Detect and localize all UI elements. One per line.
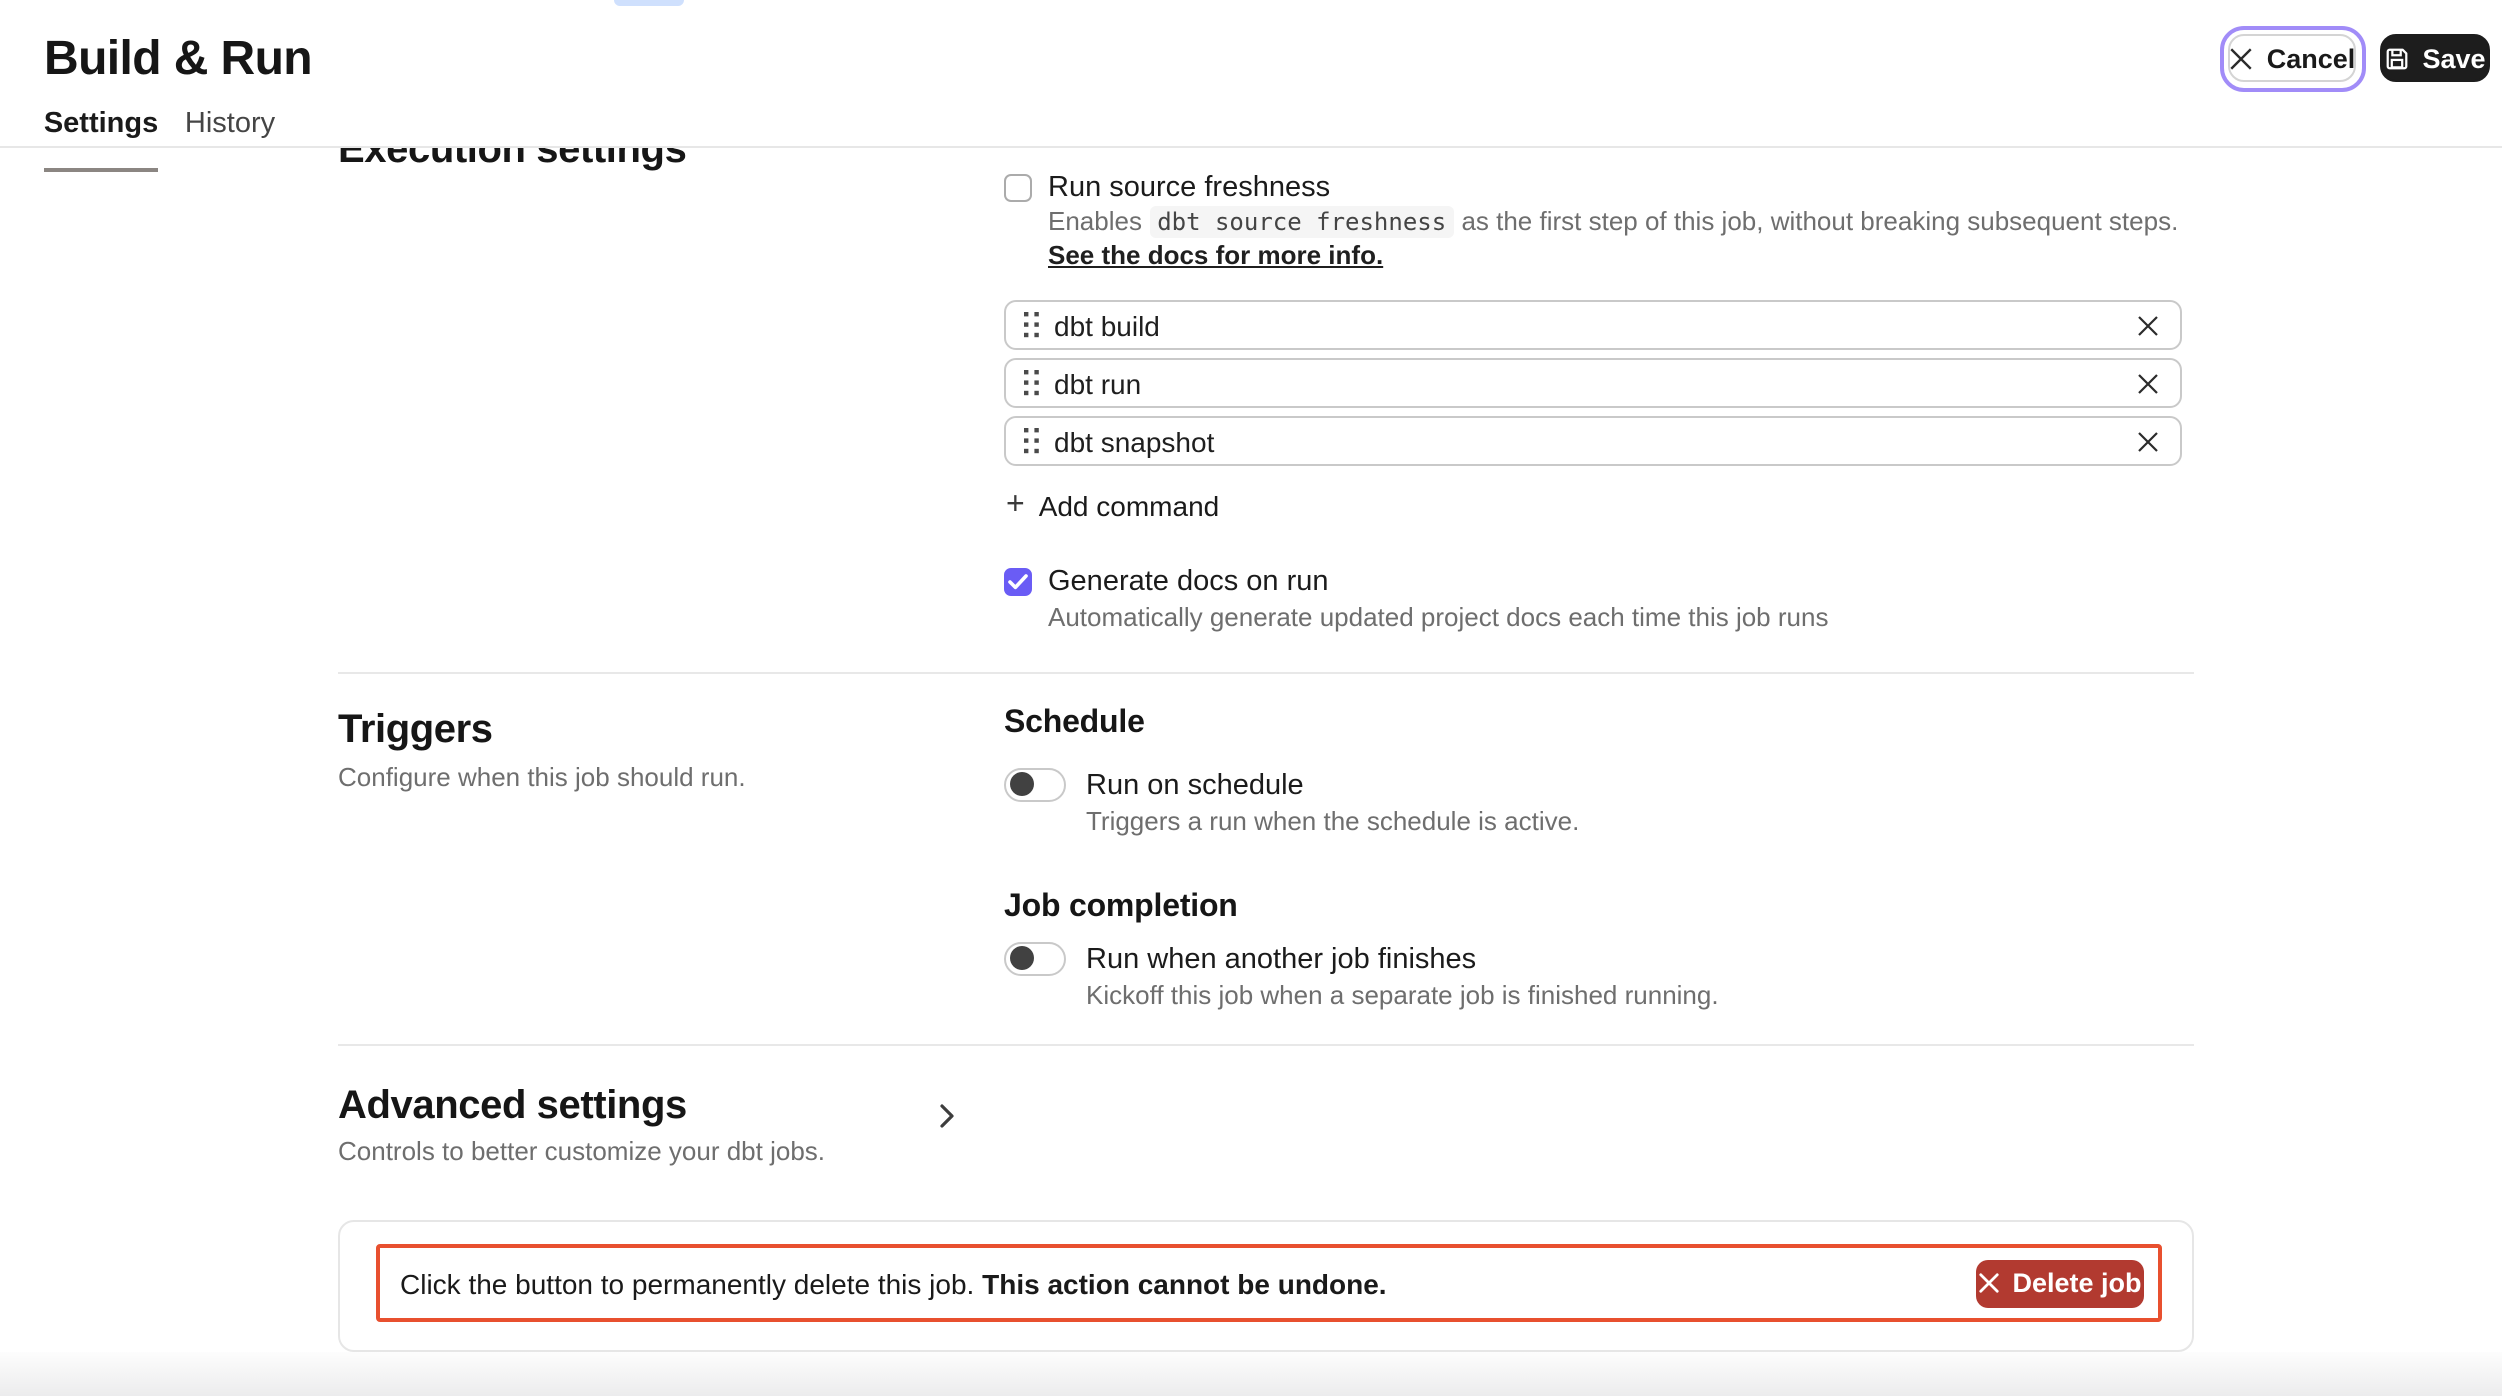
drag-handle-icon[interactable]	[1024, 312, 1040, 338]
remove-command-icon[interactable]	[2136, 313, 2160, 337]
triggers-subtitle: Configure when this job should run.	[338, 762, 746, 793]
run-when-job-finishes-label[interactable]: Run when another job finishes	[1086, 944, 1476, 978]
bottom-fade	[0, 1352, 2502, 1396]
add-command-button[interactable]: + Add command	[1006, 490, 1219, 522]
cancel-button[interactable]: Cancel	[2228, 34, 2356, 82]
run-on-schedule-label[interactable]: Run on schedule	[1086, 770, 1304, 804]
command-row[interactable]: dbt build	[1004, 300, 2182, 350]
run-on-schedule-toggle[interactable]	[1004, 768, 1066, 802]
save-disk-icon	[2384, 45, 2410, 71]
save-button[interactable]: Save	[2380, 34, 2490, 82]
job-completion-heading: Job completion	[1004, 888, 1238, 928]
section-divider	[338, 1044, 2194, 1046]
schedule-heading: Schedule	[1004, 704, 1145, 744]
run-source-freshness-checkbox[interactable]	[1004, 174, 1032, 202]
command-input[interactable]: dbt snapshot	[1054, 425, 2136, 457]
x-icon	[2229, 45, 2255, 71]
delete-job-message: Click the button to permanently delete t…	[400, 1267, 2158, 1299]
checkmark-icon	[1008, 574, 1028, 590]
advanced-settings-heading: Advanced settings	[338, 1080, 687, 1132]
drag-handle-icon[interactable]	[1024, 370, 1040, 396]
command-row[interactable]: dbt snapshot	[1004, 416, 2182, 466]
remove-command-icon[interactable]	[2136, 429, 2160, 453]
run-when-job-finishes-description: Kickoff this job when a separate job is …	[1086, 980, 1719, 1011]
delete-job-button[interactable]: Delete job	[1976, 1259, 2144, 1307]
generate-docs-description: Automatically generate updated project d…	[1048, 602, 1828, 633]
x-icon	[1978, 1272, 2000, 1294]
settings-scroll-area[interactable]: Execution settings Commands ? Run source…	[0, 0, 2502, 1396]
command-row[interactable]: dbt run	[1004, 358, 2182, 408]
page-title: Build & Run	[44, 32, 312, 88]
code-snippet: dbt source freshness	[1149, 206, 1454, 238]
tab-history[interactable]: History	[184, 102, 276, 146]
plus-icon: +	[1006, 492, 1025, 520]
drag-handle-icon[interactable]	[1024, 428, 1040, 454]
cancel-button-wrap: Cancel	[2228, 34, 2356, 82]
job-settings-page: Execution settings Commands ? Run source…	[0, 0, 2502, 1396]
chevron-right-icon[interactable]	[936, 1102, 958, 1130]
generate-docs-label[interactable]: Generate docs on run	[1048, 566, 1329, 600]
run-on-schedule-description: Triggers a run when the schedule is acti…	[1086, 806, 1579, 837]
advanced-settings-subtitle: Controls to better customize your dbt jo…	[338, 1136, 825, 1167]
triggers-heading: Triggers	[338, 704, 493, 756]
run-when-job-finishes-toggle[interactable]	[1004, 942, 1066, 976]
run-source-freshness-label[interactable]: Run source freshness	[1048, 172, 1330, 206]
tab-settings[interactable]: Settings	[44, 102, 158, 146]
page-header: Build & Run Settings History Cancel Save	[0, 0, 2502, 148]
run-source-freshness-description: Enables dbt source freshness as the firs…	[1048, 206, 2182, 272]
delete-job-highlight-outline: Click the button to permanently delete t…	[376, 1244, 2162, 1322]
section-divider	[338, 672, 2194, 674]
command-input[interactable]: dbt run	[1054, 367, 2136, 399]
command-input[interactable]: dbt build	[1054, 309, 2136, 341]
delete-job-warning: This action cannot be undone.	[982, 1267, 1386, 1299]
toggle-knob	[1009, 947, 1033, 971]
generate-docs-checkbox[interactable]	[1004, 568, 1032, 596]
clipped-popover-artifact	[614, 0, 684, 6]
toggle-knob	[1009, 773, 1033, 797]
see-docs-link[interactable]: See the docs for more info.	[1048, 239, 1383, 269]
remove-command-icon[interactable]	[2136, 371, 2160, 395]
delete-job-card: Click the button to permanently delete t…	[338, 1220, 2194, 1352]
